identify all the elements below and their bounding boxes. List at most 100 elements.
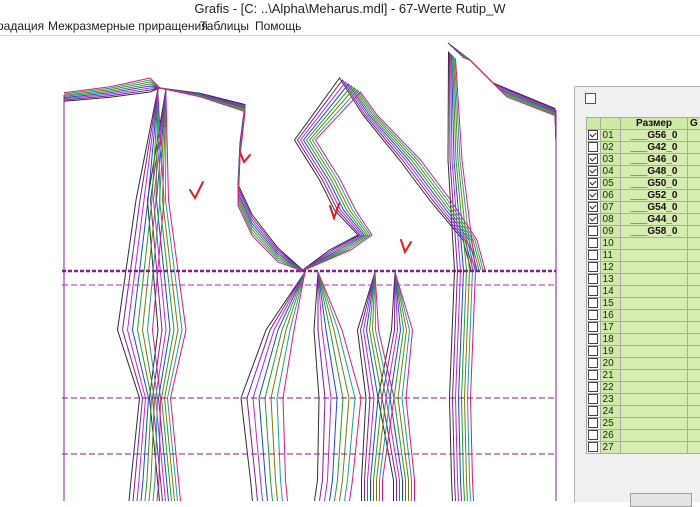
row-size[interactable]: ___G48_0 xyxy=(621,166,688,178)
table-row[interactable]: 25 xyxy=(587,418,700,430)
row-checkbox-cell[interactable] xyxy=(587,214,601,226)
row-checkbox-cell[interactable] xyxy=(587,382,601,394)
row-checkbox-cell[interactable] xyxy=(587,190,601,202)
table-row[interactable]: 13 xyxy=(587,274,700,286)
row-checkbox-cell[interactable] xyxy=(587,286,601,298)
row-checkbox-cell[interactable] xyxy=(587,154,601,166)
size-checkbox[interactable] xyxy=(588,286,598,296)
row-size[interactable]: ___G54_0 xyxy=(621,202,688,214)
size-checkbox[interactable] xyxy=(588,346,598,356)
size-checkbox[interactable] xyxy=(588,238,598,248)
row-size[interactable] xyxy=(621,382,688,394)
table-row[interactable]: 24 xyxy=(587,406,700,418)
row-size[interactable]: ___G58_0 xyxy=(621,226,688,238)
size-checkbox[interactable] xyxy=(588,178,598,188)
table-row[interactable]: 07___G54_0 xyxy=(587,202,700,214)
size-checkbox[interactable] xyxy=(588,442,598,452)
table-row[interactable]: 01___G56_0 xyxy=(587,130,700,142)
row-checkbox-cell[interactable] xyxy=(587,406,601,418)
row-checkbox-cell[interactable] xyxy=(587,226,601,238)
size-checkbox[interactable] xyxy=(588,406,598,416)
size-checkbox[interactable] xyxy=(588,298,598,308)
row-checkbox-cell[interactable] xyxy=(587,202,601,214)
row-size[interactable] xyxy=(621,238,688,250)
row-size[interactable]: ___G52_0 xyxy=(621,190,688,202)
row-checkbox-cell[interactable] xyxy=(587,298,601,310)
row-size[interactable]: ___G44_0 xyxy=(621,214,688,226)
table-row[interactable]: 22 xyxy=(587,382,700,394)
row-size[interactable] xyxy=(621,334,688,346)
row-size[interactable] xyxy=(621,298,688,310)
row-size[interactable] xyxy=(621,310,688,322)
row-checkbox-cell[interactable] xyxy=(587,142,601,154)
row-checkbox-cell[interactable] xyxy=(587,322,601,334)
menu-size-increments[interactable]: Межразмерные приращения xyxy=(48,19,208,33)
row-size[interactable] xyxy=(621,358,688,370)
table-row[interactable]: 11 xyxy=(587,250,700,262)
row-checkbox-cell[interactable] xyxy=(587,130,601,142)
table-row[interactable]: 08___G44_0 xyxy=(587,214,700,226)
row-size[interactable] xyxy=(621,394,688,406)
table-row[interactable]: 19 xyxy=(587,346,700,358)
row-size[interactable] xyxy=(621,286,688,298)
menu-help[interactable]: Помощь xyxy=(255,19,301,33)
size-checkbox[interactable] xyxy=(588,250,598,260)
row-size[interactable] xyxy=(621,406,688,418)
size-checkbox[interactable] xyxy=(588,418,598,428)
table-row[interactable]: 10 xyxy=(587,238,700,250)
table-row[interactable]: 18 xyxy=(587,334,700,346)
table-row[interactable]: 02___G42_0 xyxy=(587,142,700,154)
size-checkbox[interactable] xyxy=(588,166,598,176)
table-row[interactable]: 23 xyxy=(587,394,700,406)
table-row[interactable]: 14 xyxy=(587,286,700,298)
row-checkbox-cell[interactable] xyxy=(587,418,601,430)
row-size[interactable]: ___G46_0 xyxy=(621,154,688,166)
row-checkbox-cell[interactable] xyxy=(587,166,601,178)
panel-action-button[interactable] xyxy=(630,493,692,507)
row-checkbox-cell[interactable] xyxy=(587,430,601,442)
table-row[interactable]: 05___G50_0 xyxy=(587,178,700,190)
size-checkbox[interactable] xyxy=(588,310,598,320)
menu-gradation[interactable]: радация xyxy=(0,19,44,33)
row-size[interactable] xyxy=(621,430,688,442)
table-row[interactable]: 09___G58_0 xyxy=(587,226,700,238)
size-checkbox[interactable] xyxy=(588,394,598,404)
row-checkbox-cell[interactable] xyxy=(587,310,601,322)
row-size[interactable]: ___G50_0 xyxy=(621,178,688,190)
size-checkbox[interactable] xyxy=(588,382,598,392)
row-checkbox-cell[interactable] xyxy=(587,394,601,406)
row-size[interactable] xyxy=(621,346,688,358)
table-row[interactable]: 26 xyxy=(587,430,700,442)
table-row[interactable]: 27 xyxy=(587,442,700,454)
row-checkbox-cell[interactable] xyxy=(587,442,601,454)
size-checkbox[interactable] xyxy=(588,142,598,152)
row-size[interactable] xyxy=(621,262,688,274)
table-row[interactable]: 20 xyxy=(587,358,700,370)
row-checkbox-cell[interactable] xyxy=(587,370,601,382)
size-checkbox[interactable] xyxy=(588,322,598,332)
table-row[interactable]: 12 xyxy=(587,262,700,274)
size-checkbox[interactable] xyxy=(588,334,598,344)
size-checkbox[interactable] xyxy=(588,274,598,284)
row-checkbox-cell[interactable] xyxy=(587,262,601,274)
table-row[interactable]: 04___G48_0 xyxy=(587,166,700,178)
size-checkbox[interactable] xyxy=(588,358,598,368)
size-checkbox[interactable] xyxy=(588,370,598,380)
table-row[interactable]: 06___G52_0 xyxy=(587,190,700,202)
row-checkbox-cell[interactable] xyxy=(587,358,601,370)
row-checkbox-cell[interactable] xyxy=(587,274,601,286)
size-checkbox[interactable] xyxy=(588,130,598,140)
table-row[interactable]: 21 xyxy=(587,370,700,382)
table-row[interactable]: 17 xyxy=(587,322,700,334)
table-row[interactable]: 15 xyxy=(587,298,700,310)
row-size[interactable] xyxy=(621,322,688,334)
row-checkbox-cell[interactable] xyxy=(587,250,601,262)
row-checkbox-cell[interactable] xyxy=(587,346,601,358)
menu-tables[interactable]: Таблицы xyxy=(200,19,249,33)
row-size[interactable] xyxy=(621,370,688,382)
row-size[interactable]: ___G42_0 xyxy=(621,142,688,154)
size-checkbox[interactable] xyxy=(588,226,598,236)
row-checkbox-cell[interactable] xyxy=(587,334,601,346)
row-size[interactable] xyxy=(621,250,688,262)
size-checkbox[interactable] xyxy=(588,154,598,164)
